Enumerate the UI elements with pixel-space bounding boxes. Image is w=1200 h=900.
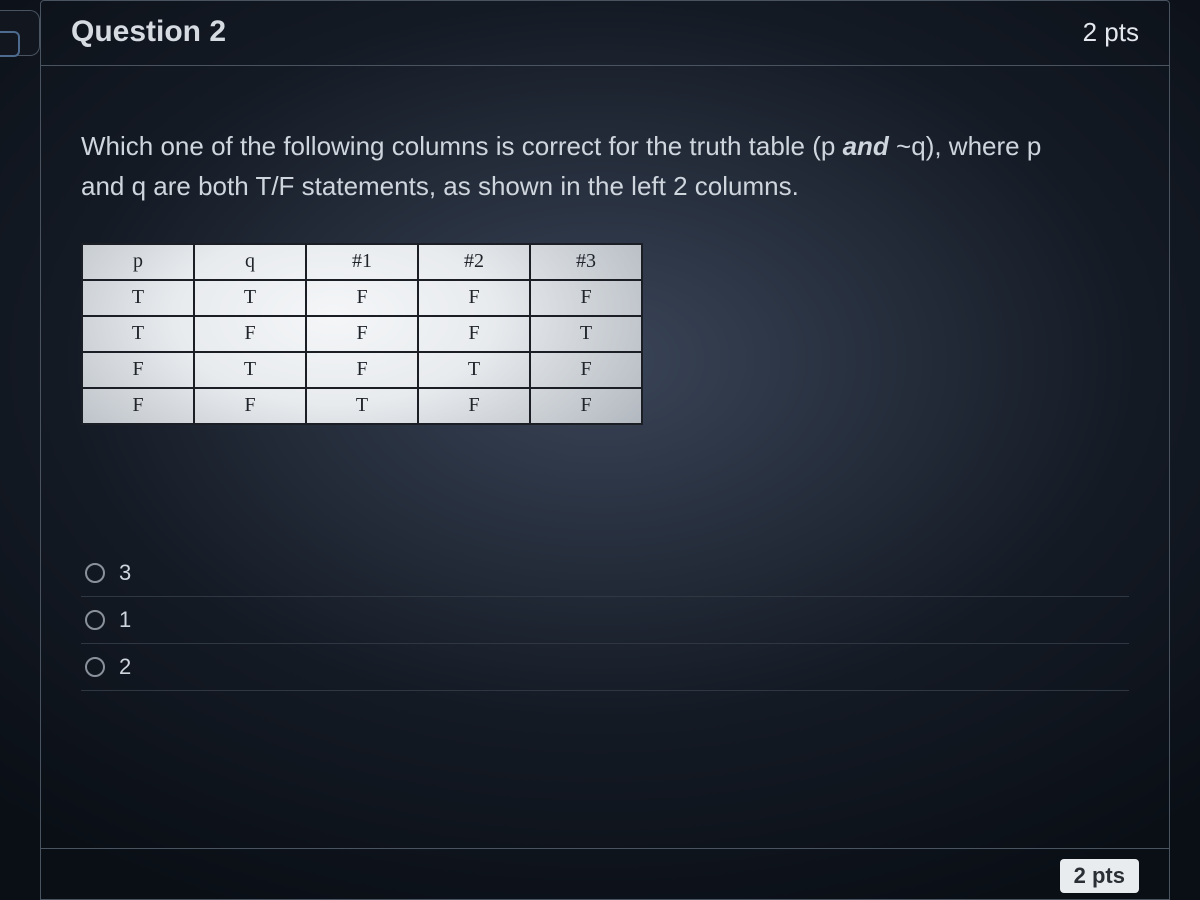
cell: F bbox=[306, 316, 418, 352]
cell: F bbox=[418, 316, 530, 352]
truth-table-container: p q #1 #2 #3 T T F F F bbox=[81, 243, 643, 425]
cell: F bbox=[530, 388, 642, 424]
question-points: 2 pts bbox=[1083, 17, 1139, 48]
footer-points: 2 pts bbox=[1060, 859, 1139, 893]
cell: T bbox=[194, 352, 306, 388]
question-card: Question 2 2 pts Which one of the follow… bbox=[40, 0, 1170, 900]
cell: T bbox=[418, 352, 530, 388]
radio-icon[interactable] bbox=[85, 657, 105, 677]
col-header-q: q bbox=[194, 244, 306, 280]
table-row: F T F T F bbox=[82, 352, 642, 388]
cell: F bbox=[82, 388, 194, 424]
option-label: 2 bbox=[119, 654, 131, 680]
col-header-p: p bbox=[82, 244, 194, 280]
cell: F bbox=[306, 280, 418, 316]
option-3[interactable]: 3 bbox=[81, 550, 1129, 597]
question-prompt: Which one of the following columns is co… bbox=[81, 126, 1081, 207]
table-row: F F T F F bbox=[82, 388, 642, 424]
option-2[interactable]: 2 bbox=[81, 644, 1129, 691]
question-footer: 2 pts bbox=[41, 848, 1169, 899]
prompt-bold: and bbox=[843, 131, 889, 161]
radio-icon[interactable] bbox=[85, 610, 105, 630]
radio-icon[interactable] bbox=[85, 563, 105, 583]
cell: T bbox=[194, 280, 306, 316]
option-label: 3 bbox=[119, 560, 131, 586]
cell: F bbox=[194, 316, 306, 352]
cell: F bbox=[530, 280, 642, 316]
cell: F bbox=[306, 352, 418, 388]
cell: T bbox=[530, 316, 642, 352]
table-row: T F F F T bbox=[82, 316, 642, 352]
cell: T bbox=[82, 316, 194, 352]
truth-table: p q #1 #2 #3 T T F F F bbox=[81, 243, 643, 425]
col-header-3: #3 bbox=[530, 244, 642, 280]
cell: F bbox=[194, 388, 306, 424]
cell: F bbox=[82, 352, 194, 388]
question-header: Question 2 2 pts bbox=[41, 1, 1169, 66]
question-title: Question 2 bbox=[71, 15, 226, 49]
cell: F bbox=[418, 280, 530, 316]
answer-options: 3 1 2 bbox=[81, 550, 1129, 691]
prompt-text-1: Which one of the following columns is co… bbox=[81, 131, 843, 161]
cell: T bbox=[82, 280, 194, 316]
col-header-2: #2 bbox=[418, 244, 530, 280]
bookmark-icon bbox=[0, 31, 20, 57]
cell: F bbox=[418, 388, 530, 424]
cell: F bbox=[530, 352, 642, 388]
option-1[interactable]: 1 bbox=[81, 597, 1129, 644]
cell: T bbox=[306, 388, 418, 424]
question-body: Which one of the following columns is co… bbox=[41, 66, 1169, 848]
table-row: T T F F F bbox=[82, 280, 642, 316]
option-label: 1 bbox=[119, 607, 131, 633]
nav-tab-edge bbox=[0, 10, 40, 56]
col-header-1: #1 bbox=[306, 244, 418, 280]
